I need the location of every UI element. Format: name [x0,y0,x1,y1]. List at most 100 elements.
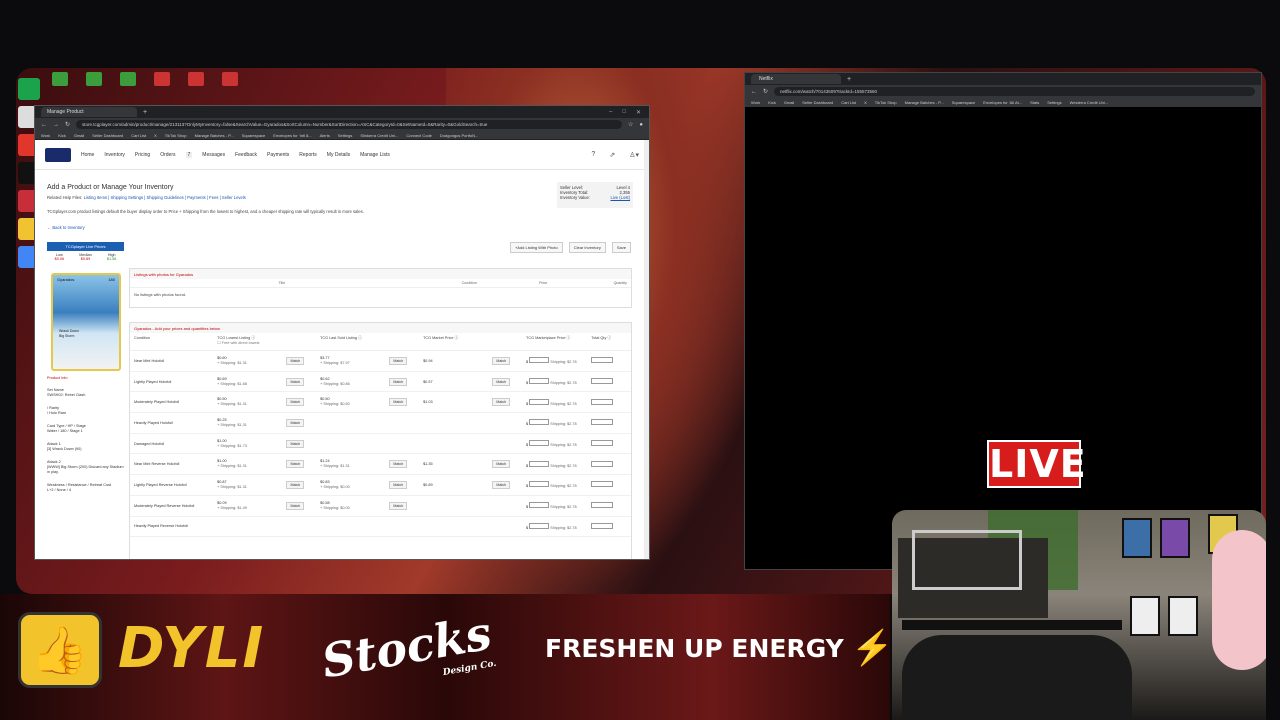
bookmark-item[interactable]: Work [41,133,50,138]
bookmark-item[interactable]: Settings [338,133,352,138]
clear-inventory-button[interactable]: Clear Inventory [568,242,606,253]
add-listing-photo-button[interactable]: +Add Listing With Photo [509,242,563,253]
inventory-value-link[interactable]: Live (Lost) [610,195,630,200]
bookmark-item[interactable]: Squarespace [952,100,976,105]
minimize-icon[interactable]: – [609,109,612,116]
page-scrollbar[interactable] [644,140,649,559]
nav-messages[interactable]: Messages [202,152,225,158]
back-icon[interactable]: ← [751,89,757,95]
bookmark-item[interactable]: Westerra Credit Uni... [1070,100,1108,105]
quantity-input[interactable] [591,419,614,426]
bookmark-item[interactable]: Seller Dashboard [92,133,123,138]
help-icon[interactable]: ? [591,151,595,159]
bookmark-item[interactable]: Seller Dashboard [802,100,833,105]
desktop-shortcut-icon[interactable] [184,72,208,100]
match-last-sold-button[interactable]: Match [389,377,408,386]
app-icon[interactable] [18,78,40,100]
new-tab-icon[interactable]: + [143,109,147,116]
bookmark-item[interactable]: Dodgongos PortfoN... [440,133,478,138]
bookmark-item[interactable]: Kick [58,133,66,138]
bookmark-item[interactable]: Cart List [841,100,856,105]
bookmark-item[interactable]: Manage Batches - P... [905,100,944,105]
bookmark-item[interactable]: TikTok Shop [875,100,897,105]
bookmark-item[interactable]: Stats [1030,100,1039,105]
nav-payments[interactable]: Payments [267,152,289,158]
bookmark-item[interactable]: Envelopes for 'All At... [983,100,1022,105]
nav-my-details[interactable]: My Details [327,152,350,158]
right-url-input[interactable]: netflix.com/watch/70143609?trackId=15557… [774,87,1255,96]
quantity-input[interactable] [591,398,614,405]
desktop-shortcut-icon[interactable] [218,72,242,100]
help-link-list[interactable]: Listing Items | Shipping Settings | Ship… [84,195,246,200]
bookmark-item[interactable]: Work [751,100,760,105]
save-button[interactable]: Save [611,242,631,253]
bookmark-item[interactable]: Alerts [320,133,330,138]
tcgplayer-logo[interactable] [45,147,71,162]
match-market-button[interactable]: Match [492,377,511,386]
match-last-sold-button[interactable]: Match [389,398,408,407]
match-lowest-button[interactable]: Match [286,398,305,407]
match-market-button[interactable]: Match [492,398,511,407]
bookmark-item[interactable]: Settings [1047,100,1061,105]
external-link-icon[interactable]: ⇗ [609,151,615,159]
profile-icon[interactable]: ● [639,122,643,128]
price-input[interactable] [529,440,550,447]
maximize-icon[interactable]: □ [622,109,626,116]
price-input[interactable] [529,378,550,385]
quantity-input[interactable] [591,481,614,488]
price-input[interactable] [529,460,550,467]
price-input[interactable] [529,398,550,405]
tab-manage-product[interactable]: Manage Product [41,107,137,117]
desktop-shortcut-icon[interactable] [82,72,106,100]
match-market-button[interactable]: Match [492,356,511,365]
bookmark-item[interactable]: Gmail [74,133,84,138]
bookmark-item[interactable]: Squarespace [242,133,266,138]
desktop-shortcut-icon[interactable] [116,72,140,100]
price-input[interactable] [529,357,550,364]
match-lowest-button[interactable]: Match [286,377,305,386]
nav-orders[interactable]: Orders [160,152,175,158]
desktop-shortcut-icon[interactable] [48,72,72,100]
match-lowest-button[interactable]: Match [286,418,305,427]
new-tab-icon[interactable]: + [847,76,851,83]
quantity-input[interactable] [591,440,614,447]
url-input[interactable]: store.tcgplayer.com/admin/product/manage… [76,120,622,129]
bookmark-item[interactable]: Slinkerra Credit Uni... [360,133,398,138]
reload-icon[interactable]: ↻ [65,121,70,128]
price-input[interactable] [529,419,550,426]
match-lowest-button[interactable]: Match [286,501,305,510]
price-input[interactable] [529,502,550,509]
match-lowest-button[interactable]: Match [286,460,305,469]
match-last-sold-button[interactable]: Match [389,480,408,489]
user-menu-icon[interactable]: ♙▾ [629,151,639,159]
bookmark-item[interactable]: Kick [768,100,776,105]
forward-icon[interactable]: → [53,122,59,128]
desktop-shortcut-icon[interactable] [150,72,174,100]
nav-manage-lists[interactable]: Manage Lists [360,152,390,158]
match-last-sold-button[interactable]: Match [389,460,408,469]
close-icon[interactable]: ✕ [636,109,641,116]
nav-reports[interactable]: Reports [299,152,317,158]
bookmark-item[interactable]: Gmail [784,100,794,105]
quantity-input[interactable] [591,460,614,467]
price-input[interactable] [529,481,550,488]
bookmark-item[interactable]: X [154,133,157,138]
quantity-input[interactable] [591,502,614,509]
bookmark-item[interactable]: TikTok Shop [165,133,187,138]
match-market-button[interactable]: Match [492,480,511,489]
nav-feedback[interactable]: Feedback [235,152,257,158]
tab-netflix[interactable]: Netflix [751,74,841,84]
price-input[interactable] [529,522,550,529]
bookmark-item[interactable]: Connect Code [406,133,432,138]
match-market-button[interactable]: Match [492,460,511,469]
quantity-input[interactable] [591,357,614,364]
bookmark-item[interactable]: X [864,100,867,105]
match-lowest-button[interactable]: Match [286,439,305,448]
bookmark-item[interactable]: Cart List [131,133,146,138]
match-last-sold-button[interactable]: Match [389,501,408,510]
quantity-input[interactable] [591,378,614,385]
back-icon[interactable]: ← [41,122,47,128]
star-icon[interactable]: ☆ [628,121,633,128]
match-last-sold-button[interactable]: Match [389,356,408,365]
bookmark-item[interactable]: Manage Batches - P... [195,133,234,138]
